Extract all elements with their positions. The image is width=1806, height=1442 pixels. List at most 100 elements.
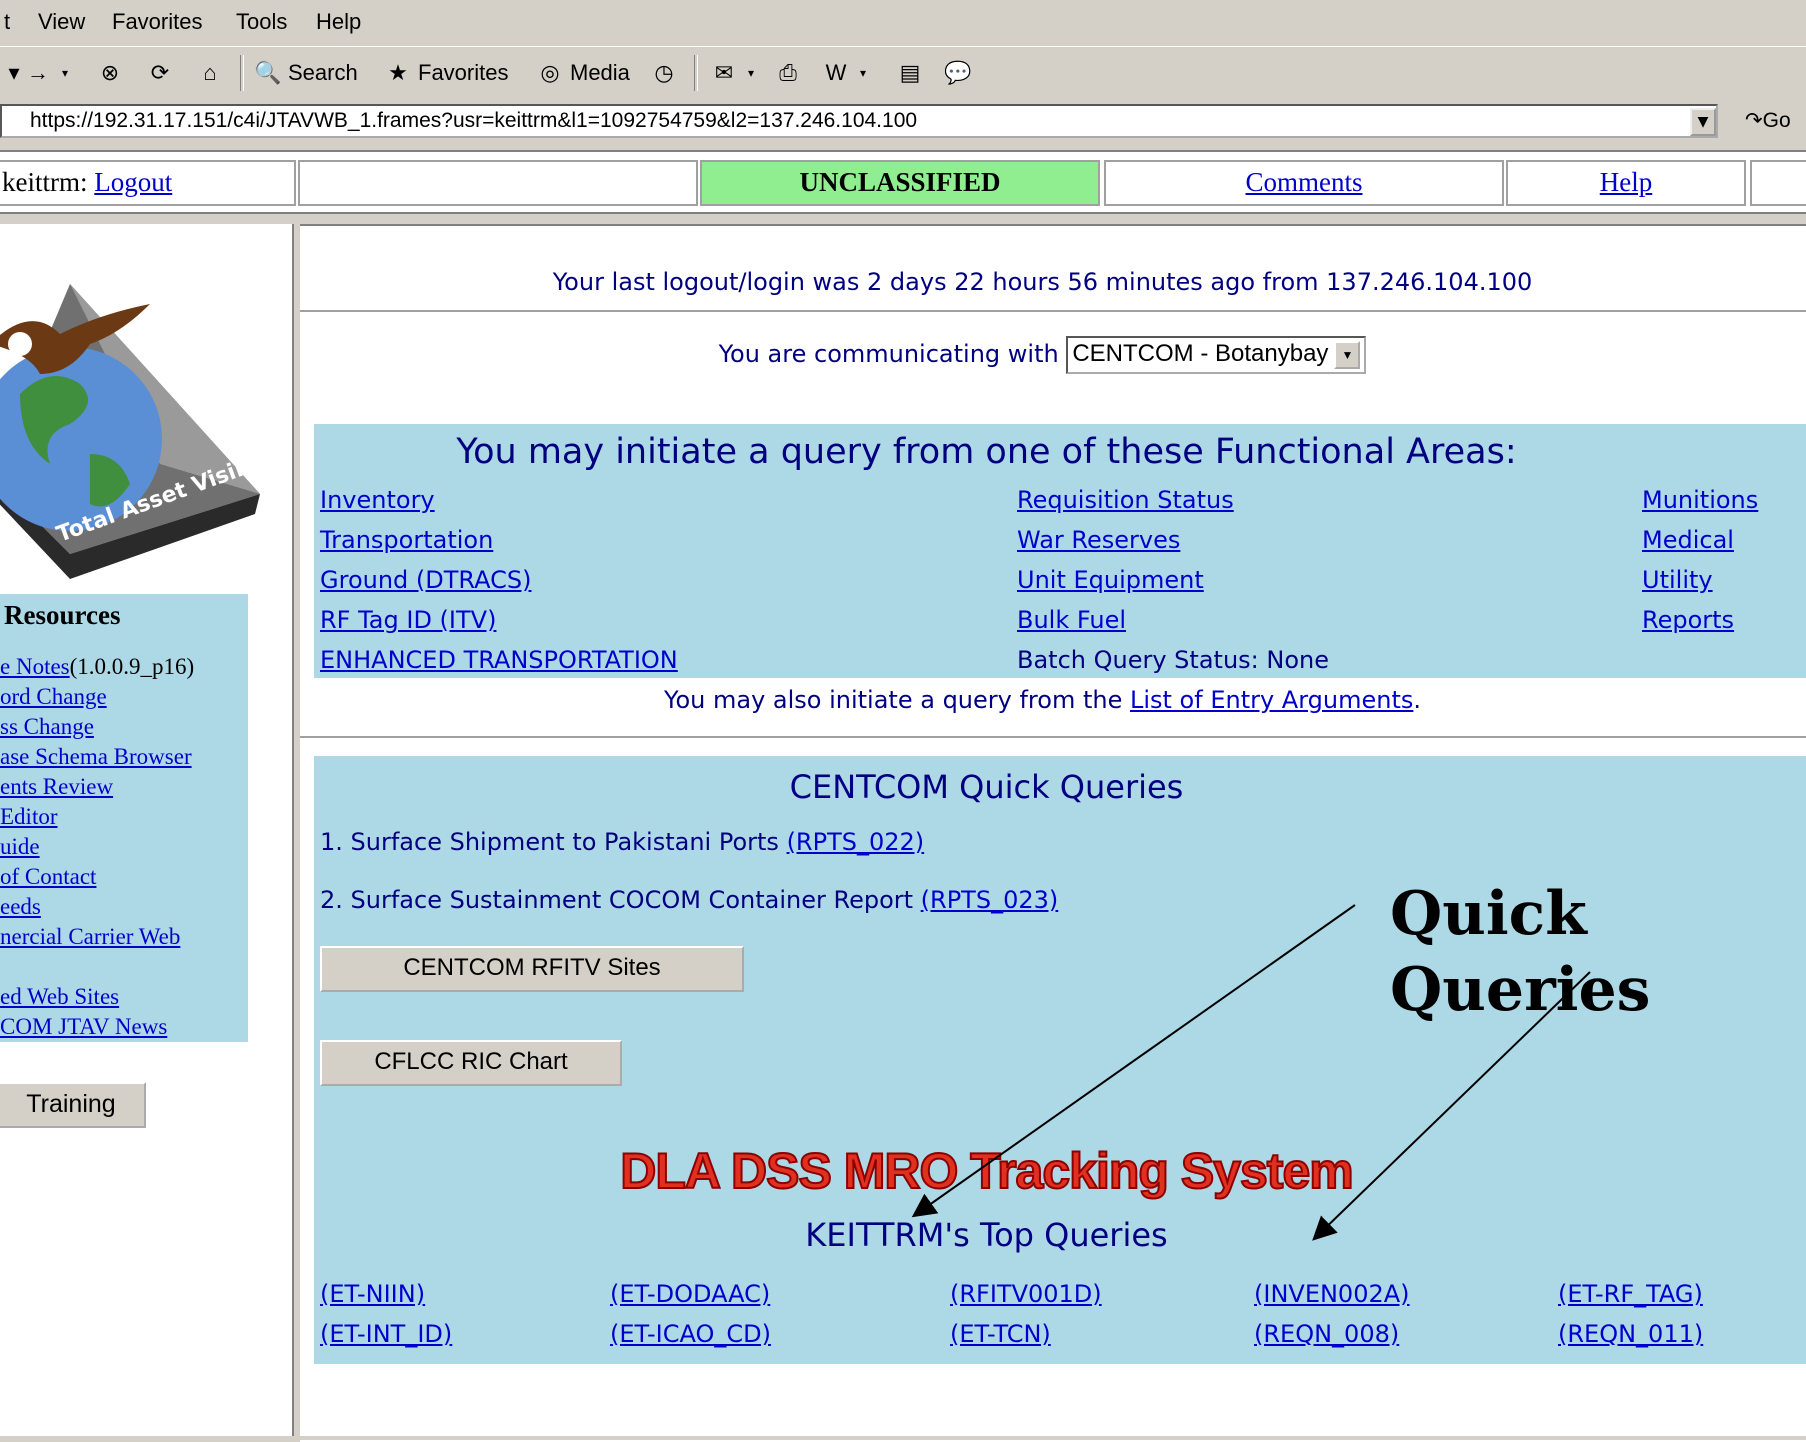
database-schema-browser-link[interactable]: ase Schema Browser — [0, 744, 192, 769]
user-guide-link[interactable]: uide — [0, 834, 40, 859]
top-query-link[interactable]: (ET-INT_ID) — [320, 1320, 452, 1348]
logout-link[interactable]: Logout — [94, 167, 172, 197]
callout-line2: Queries — [1390, 955, 1651, 1025]
training-button[interactable]: Training — [0, 1082, 146, 1128]
go-button[interactable]: ↷Go — [1745, 108, 1791, 133]
address-dropdown-icon[interactable]: ▼ — [1690, 108, 1716, 136]
refresh-icon: ⟳ — [150, 60, 170, 85]
mail-icon: ✉ — [714, 60, 734, 85]
access-change-link[interactable]: ss Change — [0, 714, 94, 739]
points-of-contact-link[interactable]: of Contact — [0, 864, 96, 889]
resource-item: Editor — [0, 804, 58, 830]
reports-link[interactable]: Reports — [1642, 606, 1734, 634]
edit-button[interactable]: W ▾ — [822, 59, 870, 87]
centcom-jtav-news-link[interactable]: COM JTAV News — [0, 1014, 167, 1039]
top-query-link[interactable]: (ET-DODAAC) — [610, 1280, 770, 1308]
rpts-022-link[interactable]: (RPTS_022) — [787, 828, 925, 856]
top-query-link[interactable]: (ET-NIIN) — [320, 1280, 425, 1308]
top-query-link[interactable]: (ET-TCN) — [950, 1320, 1051, 1348]
server-select[interactable]: CENTCOM - Botanybay ▼ — [1066, 336, 1367, 374]
dropdown-icon: ▾ — [747, 66, 755, 80]
print-button[interactable]: ⎙ — [774, 59, 802, 87]
menu-file-partial[interactable]: t — [4, 9, 10, 35]
home-button[interactable]: ⌂ — [196, 59, 224, 87]
messenger-button[interactable]: 💬 — [944, 59, 972, 87]
transportation-link[interactable]: Transportation — [320, 526, 493, 554]
comments-review-link[interactable]: ents Review — [0, 774, 113, 799]
address-bar: https://192.31.17.151/c4i/JTAVWB_1.frame… — [0, 100, 1806, 144]
dropdown-icon: ▾ — [859, 66, 867, 80]
empty-cell — [298, 160, 698, 206]
menu-tools[interactable]: Tools — [236, 9, 287, 35]
tav-logo: Total Asset Visibility — [0, 284, 292, 579]
munitions-link[interactable]: Munitions — [1642, 486, 1758, 514]
functional-areas-panel: You may initiate a query from one of the… — [314, 424, 1806, 678]
menu-help[interactable]: Help — [316, 9, 361, 35]
requisition-status-link[interactable]: Requisition Status — [1017, 486, 1234, 514]
functional-areas-heading: You may initiate a query from one of the… — [456, 432, 1517, 472]
comments-link[interactable]: Comments — [1245, 167, 1362, 197]
frame-divider — [0, 212, 1806, 224]
utility-link[interactable]: Utility — [1642, 566, 1713, 594]
search-icon: 🔍 — [254, 60, 282, 85]
war-reserves-link[interactable]: War Reserves — [1017, 526, 1180, 554]
top-query-link[interactable]: (ET-ICAO_CD) — [610, 1320, 771, 1348]
favorites-button[interactable]: ★ Favorites — [384, 59, 508, 87]
top-query-link[interactable]: (REQN_011) — [1558, 1320, 1703, 1348]
stop-button[interactable]: ⊗ — [96, 59, 124, 87]
needs-link[interactable]: eeds — [0, 894, 41, 919]
callout-line1: Quick — [1390, 879, 1587, 949]
history-button[interactable]: ◷ — [650, 59, 678, 87]
toolbar-separator — [694, 55, 698, 91]
cflcc-ric-chart-button[interactable]: CFLCC RIC Chart — [320, 1040, 622, 1086]
resources-panel: Resources e Notes(1.0.0.9_p16) ord Chang… — [0, 594, 248, 1042]
top-query-link[interactable]: (INVEN002A) — [1254, 1280, 1410, 1308]
bulk-fuel-link[interactable]: Bulk Fuel — [1017, 606, 1126, 634]
menu-favorites[interactable]: Favorites — [112, 9, 202, 35]
related-web-sites-link[interactable]: ed Web Sites — [0, 984, 119, 1009]
print-icon: ⎙ — [779, 60, 797, 85]
resource-item: ss Change — [0, 714, 94, 740]
rpts-023-link[interactable]: (RPTS_023) — [921, 886, 1059, 914]
quick-queries-heading: CENTCOM Quick Queries — [789, 768, 1184, 806]
help-cell: Help — [1506, 160, 1746, 206]
menu-view[interactable]: View — [38, 9, 85, 35]
centcom-rfitv-sites-button[interactable]: CENTCOM RFITV Sites — [320, 946, 744, 992]
resource-item: eeds — [0, 894, 41, 920]
search-button[interactable]: 🔍 Search — [254, 59, 357, 87]
ground-dtracs-link[interactable]: Ground (DTRACS) — [320, 566, 531, 594]
resource-item: of Contact — [0, 864, 96, 890]
resource-item: uide — [0, 834, 40, 860]
quick-query-item: 1. Surface Shipment to Pakistani Ports (… — [320, 828, 924, 856]
user-cell: keittrm: Logout — [0, 160, 296, 206]
refresh-button[interactable]: ⟳ — [146, 59, 174, 87]
media-button[interactable]: ◎ Media — [536, 59, 630, 87]
top-query-link[interactable]: (RFITV001D) — [950, 1280, 1102, 1308]
empty-cell — [1750, 160, 1806, 206]
top-query-link[interactable]: (REQN_008) — [1254, 1320, 1399, 1348]
release-notes-link[interactable]: e Notes — [0, 654, 70, 679]
help-link[interactable]: Help — [1600, 167, 1652, 197]
editor-link[interactable]: Editor — [0, 804, 58, 829]
rf-tag-id-link[interactable]: RF Tag ID (ITV) — [320, 606, 496, 634]
entry-arguments-row: You may also initiate a query from the L… — [300, 686, 1785, 714]
chevron-down-icon[interactable]: ▼ — [1334, 340, 1361, 369]
enhanced-transportation-link[interactable]: ENHANCED TRANSPORTATION — [320, 646, 678, 674]
forward-button[interactable]: → ▾ — [24, 59, 72, 87]
entry-arguments-link[interactable]: List of Entry Arguments — [1130, 686, 1413, 714]
address-input[interactable]: https://192.31.17.151/c4i/JTAVWB_1.frame… — [0, 104, 1718, 138]
mail-button[interactable]: ✉ ▾ — [710, 59, 758, 87]
inventory-link[interactable]: Inventory — [320, 486, 435, 514]
medical-link[interactable]: Medical — [1642, 526, 1734, 554]
browser-toolbar: ▾ → ▾ ⊗ ⟳ ⌂ 🔍 Search ★ Favorites ◎ Media ◷ ✉… — [0, 46, 1806, 97]
discuss-button[interactable]: ▤ — [896, 59, 924, 87]
discuss-icon: ▤ — [899, 60, 921, 85]
last-login-text: Your last logout/login was 2 days 22 hou… — [552, 268, 1533, 296]
commercial-carrier-web-link[interactable]: nercial Carrier Web — [0, 924, 180, 949]
unit-equipment-link[interactable]: Unit Equipment — [1017, 566, 1204, 594]
password-change-link[interactable]: ord Change — [0, 684, 107, 709]
top-query-link[interactable]: (ET-RF_TAG) — [1558, 1280, 1703, 1308]
quick-queries-panel: CENTCOM Quick Queries 1. Surface Shipmen… — [314, 756, 1806, 1364]
top-queries-heading: KEITTRM's Top Queries — [805, 1216, 1168, 1254]
top-frame: keittrm: Logout UNCLASSIFIED Comments He… — [0, 150, 1806, 212]
